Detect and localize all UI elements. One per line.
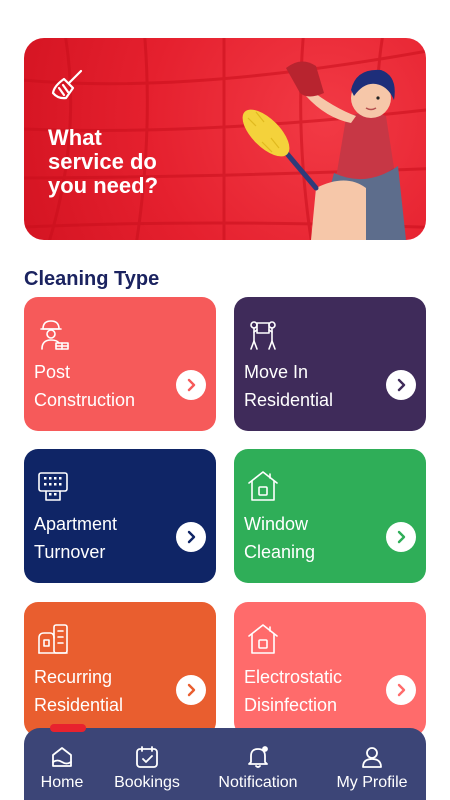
user-icon	[362, 747, 382, 768]
movers-icon	[250, 321, 276, 350]
calendar-icon	[136, 746, 158, 768]
nav-item-bookings[interactable]: Bookings	[110, 744, 184, 792]
chevron-right-icon	[187, 683, 196, 697]
card-post-construction[interactable]: Post Construction	[24, 297, 216, 431]
card-recurring-residential[interactable]: Recurring Residential	[24, 602, 216, 736]
card-apartment-turnover[interactable]: Apartment Turnover	[24, 449, 216, 583]
chevron-right-icon	[397, 683, 406, 697]
construction-worker-icon	[40, 320, 69, 350]
nav-item-home[interactable]: Home	[34, 744, 90, 792]
apartment-building-icon	[38, 472, 68, 501]
card-label: Electrostatic Disinfection	[244, 667, 343, 715]
card-label: Move In Residential	[244, 362, 334, 410]
bell-icon	[248, 746, 268, 768]
card-label: Post Construction	[34, 362, 136, 410]
card-arrow-button[interactable]	[176, 675, 206, 705]
nav-item-profile[interactable]: My Profile	[330, 744, 414, 792]
chevron-right-icon	[187, 378, 196, 392]
card-electrostatic-disinfection[interactable]: Electrostatic Disinfection	[234, 602, 426, 736]
house-icon	[248, 624, 278, 654]
nav-item-notification[interactable]: Notification	[208, 744, 308, 792]
home-icon	[52, 747, 72, 767]
card-arrow-button[interactable]	[176, 522, 206, 552]
house-icon	[248, 471, 278, 501]
card-window-cleaning[interactable]: Window Cleaning	[234, 449, 426, 583]
nav-label-profile: My Profile	[336, 774, 408, 791]
card-label: Apartment Turnover	[34, 514, 118, 562]
card-move-in-residential[interactable]: Move In Residential	[234, 297, 426, 431]
card-arrow-button[interactable]	[386, 370, 416, 400]
card-arrow-button[interactable]	[176, 370, 206, 400]
nav-label-bookings: Bookings	[114, 774, 180, 791]
buildings-icon	[38, 624, 68, 654]
cleaning-person-illustration	[242, 61, 406, 240]
bottom-navigation: Home Bookings Notification My Profile	[24, 728, 426, 800]
hero-banner: What service do you need?	[24, 38, 426, 240]
hero-title: What service do you need?	[48, 125, 159, 198]
chevron-right-icon	[187, 530, 196, 544]
chevron-right-icon	[397, 530, 406, 544]
card-arrow-button[interactable]	[386, 522, 416, 552]
nav-label-notification: Notification	[218, 774, 298, 791]
card-arrow-button[interactable]	[386, 675, 416, 705]
nav-active-indicator	[50, 724, 86, 732]
broom-icon	[51, 69, 83, 100]
section-title: Cleaning Type	[24, 268, 160, 290]
card-label: Recurring Residential	[34, 667, 124, 715]
chevron-right-icon	[397, 378, 406, 392]
nav-label-home: Home	[40, 774, 84, 791]
card-label: Window Cleaning	[244, 514, 316, 562]
